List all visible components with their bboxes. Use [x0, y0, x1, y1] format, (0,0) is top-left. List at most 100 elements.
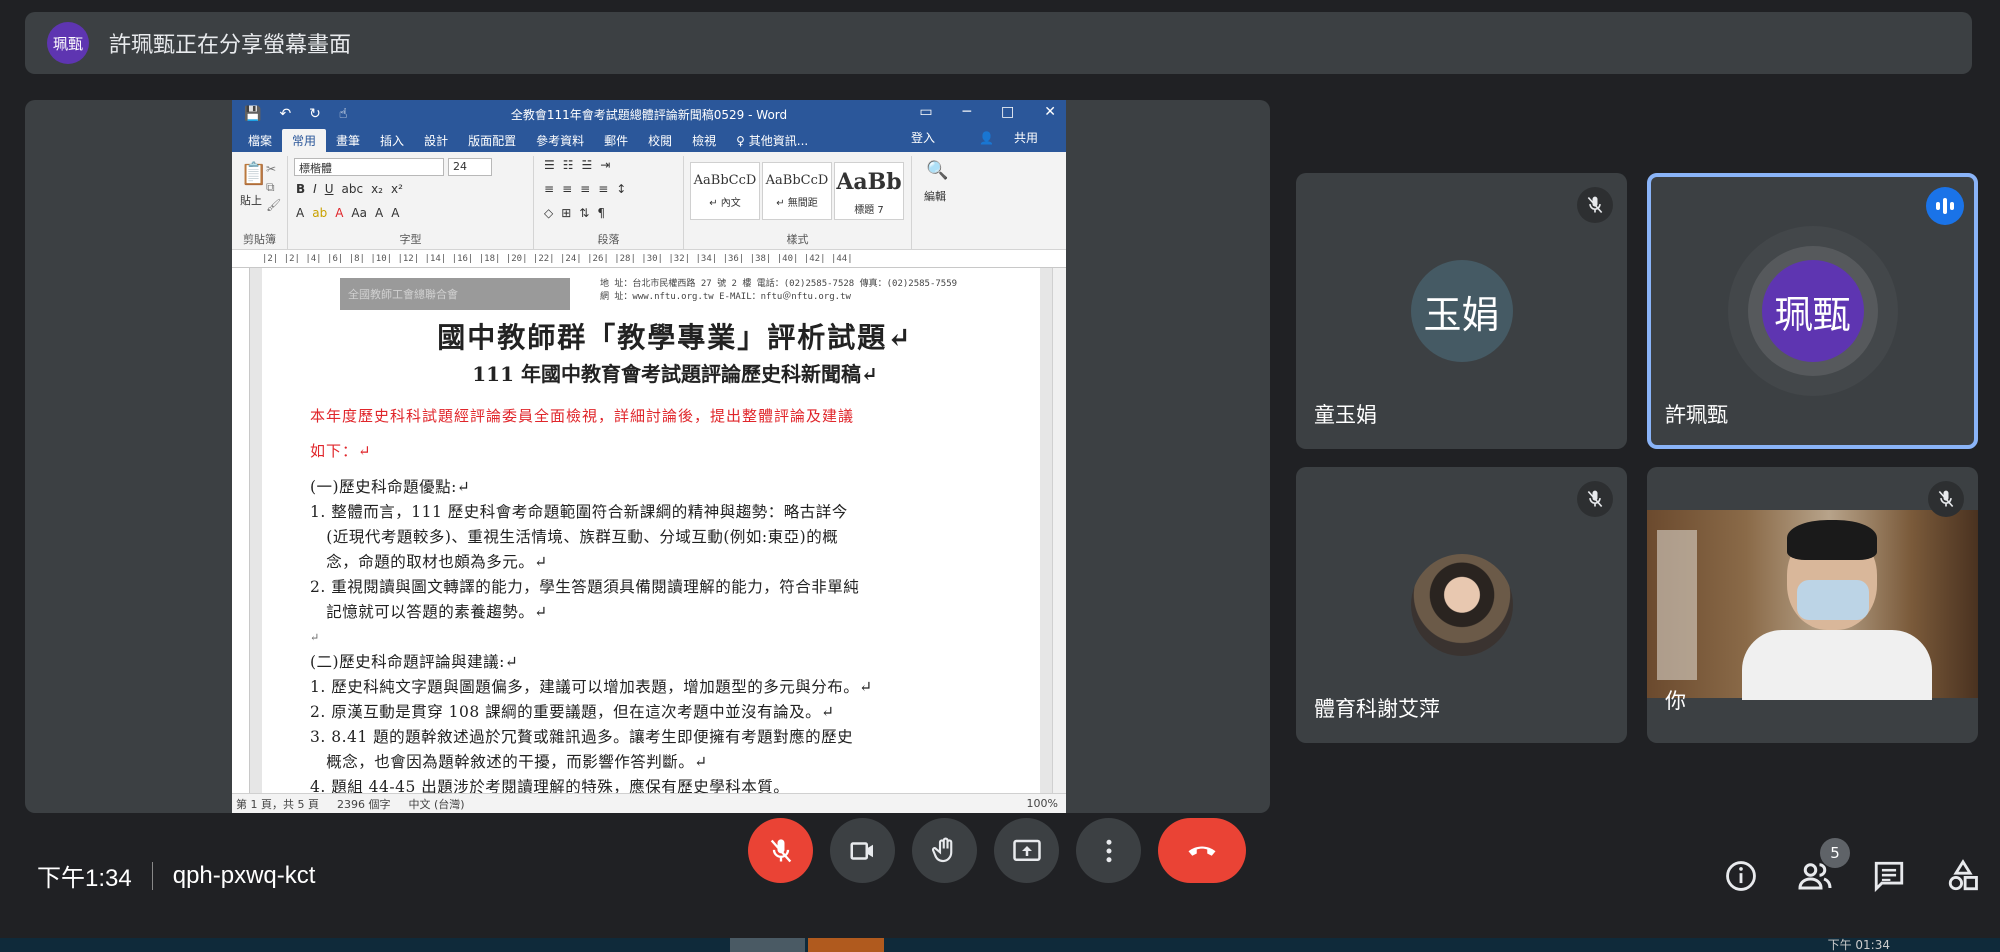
letterhead: 全國教師工會總聯合會 地 址：台北市民權西路 27 號 2 樓 電話：(02)2… — [310, 276, 1040, 310]
style-normal[interactable]: AaBbCcD ↵ 內文 — [690, 162, 760, 220]
tab-home[interactable]: 常用 — [282, 129, 327, 152]
section-1-line: 念，命題的取材也頗為多元。↵ — [310, 553, 548, 571]
participant-tile[interactable]: 玉娟 童玉娟 — [1296, 173, 1627, 449]
style-no-spacing[interactable]: AaBbCcD ↵ 無間距 — [762, 162, 832, 220]
section-2-line: 2. 原漢互動是貫穿 108 課綱的重要議題，但在這次考題中並沒有論及。↵ — [310, 703, 835, 721]
find-icon[interactable]: 🔍 — [926, 160, 948, 181]
tab-insert[interactable]: 插入 — [370, 129, 414, 152]
align-left-icon[interactable]: ≡ — [544, 182, 554, 196]
show-marks-icon[interactable]: ¶ — [597, 206, 605, 220]
close-icon[interactable]: ✕ — [1044, 104, 1056, 120]
style-sample: AaBbCcD — [765, 173, 829, 188]
chat-button[interactable] — [1852, 848, 1926, 904]
shading-icon[interactable]: ◇ — [544, 206, 553, 220]
list-row: ☰ ☷ ☱ ⇥ — [544, 158, 610, 172]
align-right-icon[interactable]: ≡ — [580, 182, 590, 196]
justify-icon[interactable]: ≡ — [598, 182, 608, 196]
tab-layout[interactable]: 版面配置 — [458, 129, 526, 152]
share-button[interactable]: 👤 共用 — [959, 126, 1058, 149]
raise-hand-button[interactable] — [912, 818, 977, 883]
shrink-font-icon[interactable]: A — [391, 206, 399, 220]
text-effects-icon[interactable]: A — [296, 206, 304, 220]
meeting-side-controls: 5 — [1704, 838, 2000, 904]
multilevel-icon[interactable]: ☱ — [582, 158, 593, 172]
highlight-icon[interactable]: ab — [312, 206, 327, 220]
underline-icon[interactable]: U — [325, 182, 334, 196]
participant-tile-speaking[interactable]: 珮甄 許珮甄 — [1647, 173, 1978, 449]
section-2-title: (二)歷史科命題評論與建議:↵ — [310, 653, 519, 671]
subscript-icon[interactable]: x₂ — [371, 182, 383, 196]
ribbon-home: 📋 貼上 ✂ ⧉ 🖌 剪貼簿 標楷體 24 B I Uabc x₂ x² Aab A Aa A A … — [232, 152, 1066, 250]
word-count[interactable]: 2396 個字 — [337, 796, 391, 812]
present-icon — [1012, 839, 1041, 861]
font-color-icon[interactable]: A — [335, 206, 343, 220]
sort-icon[interactable]: ⇅ — [579, 206, 589, 220]
mic-toggle-button[interactable] — [748, 818, 813, 883]
tab-file[interactable]: 檔案 — [238, 129, 282, 152]
self-video-tile[interactable]: 你 — [1647, 467, 1978, 743]
address-line: 地 址：台北市民權西路 27 號 2 樓 電話：(02)2585-7528 傳真… — [600, 279, 958, 289]
blank-paragraph: ↵ — [310, 631, 320, 644]
superscript-icon[interactable]: x² — [391, 182, 403, 196]
bullets-icon[interactable]: ☰ — [544, 158, 555, 172]
section-2-line: 1. 歷史科純文字題與圖題偏多，建議可以增加表題，增加題型的多元與分布。↵ — [310, 678, 873, 696]
tab-review[interactable]: 校閱 — [638, 129, 682, 152]
maximize-icon[interactable]: □ — [1001, 104, 1014, 120]
doc-heading-1: 國中教師群「教學專業」評析試題↵ — [437, 321, 913, 354]
meeting-code[interactable]: qph-pxwq-kct — [173, 862, 316, 890]
tab-mailings[interactable]: 郵件 — [594, 129, 638, 152]
window-controls: ▭ ─ □ ✕ — [919, 104, 1056, 120]
indent-icon[interactable]: ⇥ — [600, 158, 610, 172]
bold-icon[interactable]: B — [296, 182, 305, 196]
document-page[interactable]: 全國教師工會總聯合會 地 址：台北市民權西路 27 號 2 樓 電話：(02)2… — [262, 268, 1040, 796]
leave-call-button[interactable] — [1158, 818, 1246, 883]
present-screen-button[interactable] — [994, 818, 1059, 883]
mic-off-icon — [770, 838, 791, 862]
word-window: 💾 ↶ ↻ ☝ 全教會111年會考試題總體評論新聞稿0529 - Word ▭ … — [232, 100, 1066, 813]
page-count[interactable]: 第 1 頁，共 5 頁 — [236, 796, 319, 812]
more-options-button[interactable] — [1076, 818, 1141, 883]
tab-references[interactable]: 參考資料 — [526, 129, 594, 152]
horizontal-ruler[interactable]: |2| |2| |4| |6| |8| |10| |12| |14| |16| … — [232, 250, 1066, 268]
signin-link[interactable]: 登入 — [901, 126, 945, 149]
tab-tell-me[interactable]: ♀ 其他資訊... — [726, 129, 818, 152]
italic-icon[interactable]: I — [313, 182, 317, 196]
tab-draw[interactable]: 畫筆 — [326, 129, 370, 152]
camera-toggle-button[interactable] — [830, 818, 895, 883]
font-name-select[interactable]: 標楷體 — [294, 158, 444, 176]
numbering-icon[interactable]: ☷ — [563, 158, 574, 172]
share-label: 共用 — [1013, 131, 1038, 145]
font-format-row: B I Uabc x₂ x² — [296, 182, 403, 196]
participant-name: 童玉娟 — [1314, 403, 1377, 427]
zoom-level[interactable]: 100% — [1027, 797, 1066, 810]
paste-icon[interactable]: 📋 — [240, 162, 267, 187]
vertical-scrollbar[interactable] — [1052, 268, 1066, 793]
document-area: 全國教師工會總聯合會 地 址：台北市民權西路 27 號 2 樓 電話：(02)2… — [232, 268, 1066, 796]
tab-design[interactable]: 設計 — [414, 129, 458, 152]
style-heading7[interactable]: AaBb 標題 7 — [834, 162, 904, 220]
edit-label: 編輯 — [924, 190, 946, 203]
clipboard-tools[interactable]: ✂ ⧉ 🖌 — [266, 160, 281, 214]
tab-view[interactable]: 檢視 — [682, 129, 726, 152]
language[interactable]: 中文 (台灣) — [408, 796, 464, 812]
meeting-info: 下午1:34 qph-pxwq-kct — [37, 858, 315, 893]
borders-icon[interactable]: ⊞ — [561, 206, 571, 220]
ribbon-display-icon[interactable]: ▭ — [919, 104, 932, 120]
line-spacing-icon[interactable]: ↕ — [616, 182, 626, 196]
font-size-select[interactable]: 24 — [448, 158, 492, 176]
align-center-icon[interactable]: ≡ — [562, 182, 572, 196]
participants-button[interactable]: 5 — [1778, 838, 1852, 904]
strikethrough-icon[interactable]: abc — [342, 182, 364, 196]
shared-screen[interactable]: 💾 ↶ ↻ ☝ 全教會111年會考試題總體評論新聞稿0529 - Word ▭ … — [25, 100, 1270, 813]
doc-heading-2: 111 年國中教育會考試題評論歷史科新聞稿↵ — [472, 362, 878, 386]
change-case-icon[interactable]: Aa — [351, 206, 367, 220]
meeting-details-button[interactable] — [1704, 848, 1778, 904]
vertical-ruler — [232, 268, 250, 793]
minimize-icon[interactable]: ─ — [963, 104, 971, 120]
grow-font-icon[interactable]: A — [375, 206, 383, 220]
taskbar-app-active[interactable] — [808, 938, 884, 952]
taskbar-app[interactable] — [730, 938, 805, 952]
activities-button[interactable] — [1926, 848, 2000, 904]
os-taskbar: 下午 01:34 — [0, 938, 2000, 952]
participant-tile[interactable]: 體育科謝艾萍 — [1296, 467, 1627, 743]
